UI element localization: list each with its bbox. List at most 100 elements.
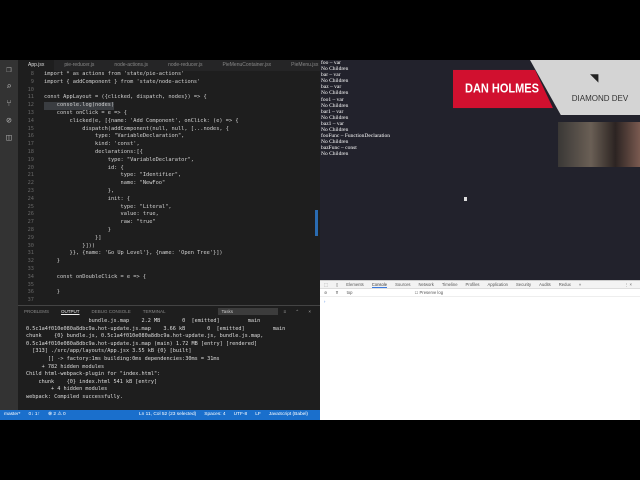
code-line[interactable]: 23 }, [18, 188, 320, 196]
console-prompt[interactable]: › [320, 297, 640, 306]
devtools-tab-security[interactable]: Security [516, 281, 531, 288]
encoding-status[interactable]: UTF-8 [234, 410, 248, 420]
editor-tabs: App.jsx pie-reducer.js node-actions.js n… [18, 60, 333, 90]
clear-console-icon[interactable]: ⊘ [324, 289, 328, 296]
language-status[interactable]: JavaScript (Babel) [269, 410, 308, 420]
extensions-icon[interactable]: ◫ [4, 133, 14, 143]
code-editor[interactable]: 8 import * as actions from 'state/pie-act… [18, 71, 320, 305]
code-text: import * as actions from 'state/pie-acti… [44, 71, 185, 77]
eol-status[interactable]: LF [255, 410, 261, 420]
code-line[interactable]: 8 import * as actions from 'state/pie-act… [18, 71, 320, 79]
code-line[interactable]: 25 type: "Literal", [18, 204, 320, 212]
preserve-log-checkbox[interactable]: ☐ Preserve log [415, 289, 451, 296]
code-line[interactable]: 16 type: "VariableDeclaration", [18, 133, 320, 141]
code-line[interactable]: 14 clicked(e, [{name: 'Add Component', o… [18, 118, 320, 126]
panel-tab-terminal[interactable]: TERMINAL [137, 306, 172, 318]
explorer-icon[interactable]: ❐ [4, 65, 14, 75]
context-select[interactable]: top [347, 289, 407, 296]
code-text: type: "Identifier", [44, 172, 182, 179]
device-toolbar-icon[interactable]: ▯ [336, 281, 338, 288]
code-text: }}, {name: 'Go Up Level'}, {name: 'Open … [44, 250, 223, 257]
code-line[interactable]: 9 import { addComponent } from 'state/nod… [18, 79, 320, 87]
tab-pie-reducer[interactable]: pie-reducer.js [54, 60, 104, 71]
devtools-tab-network[interactable]: Network [419, 281, 434, 288]
code-line[interactable]: 30 }])) [18, 243, 320, 251]
code-line[interactable]: 24 init: { [18, 196, 320, 204]
code-line[interactable]: 32 } [18, 258, 320, 266]
devtools-tab-audits[interactable]: Audits [539, 281, 551, 288]
code-line[interactable]: 37 [18, 297, 320, 305]
line-number: 24 [27, 195, 34, 202]
code-line[interactable]: 36 } [18, 289, 320, 297]
code-line[interactable]: 20 id: { [18, 165, 320, 173]
indent-status[interactable]: Spaces: 4 [204, 410, 225, 420]
search-icon[interactable]: ⌕ [4, 82, 14, 92]
code-line[interactable]: 27 raw: "true" [18, 219, 320, 227]
code-text: } [44, 258, 60, 265]
devtools-tab-application[interactable]: Application [488, 281, 509, 288]
devtools-tab-profiles[interactable]: Profiles [466, 281, 480, 288]
code-text: const AppLayout = ({clicked, dispatch, n… [44, 94, 207, 101]
line-number: 8 [30, 71, 34, 77]
console-toolbar: ⊘ ⊽ top ☐ Preserve log [320, 289, 640, 297]
code-line[interactable]: 35 [18, 282, 320, 290]
devtools-tab-[interactable]: » [579, 281, 581, 288]
tab-node-actions[interactable]: node-actions.js [104, 60, 158, 71]
devtools-tab-timeline[interactable]: Timeline [442, 281, 458, 288]
code-line[interactable]: 21 type: "Identifier", [18, 172, 320, 180]
devtools-close-icon[interactable]: ⋮ × [624, 281, 632, 288]
code-text: value: true, [44, 211, 159, 218]
output-line: chunk {0} index.html 541 kB [entry] [26, 378, 158, 385]
code-text: } [44, 289, 60, 296]
tab-piemenu-container[interactable]: PieMenuContainer.jsx [213, 60, 282, 71]
panel-close-icon[interactable]: ≡ ⌃ × [278, 306, 320, 318]
code-line[interactable]: 33 [18, 266, 320, 274]
panel-tab-output[interactable]: OUTPUT [55, 306, 86, 318]
devtools-tab-console[interactable]: Console [371, 281, 388, 288]
inspect-icon[interactable]: ⬚ [324, 281, 328, 288]
output-line: [] -> factory:1ms building:0ms dependenc… [26, 355, 220, 362]
code-line[interactable]: 34 const onDoubleClick = e => { [18, 274, 320, 282]
page-output: foo – var No Children bar – var No Children… [321, 60, 390, 158]
devtools-tab-sources[interactable]: Sources [395, 281, 410, 288]
line-number: 16 [27, 133, 34, 140]
line-number: 11 [27, 94, 34, 101]
problems-status[interactable]: ⊗ 2 ⚠ 0 [48, 410, 66, 420]
editor-scrollbar[interactable] [315, 210, 318, 236]
code-line[interactable]: 17 kind: 'const', [18, 141, 320, 149]
code-text: clicked(e, [{name: 'Add Component', onCl… [44, 117, 239, 124]
line-number: 28 [27, 226, 34, 233]
code-line[interactable]: 10 [18, 87, 320, 95]
code-line[interactable]: 22 name: "NewFoo" [18, 180, 320, 188]
tab-node-reducer[interactable]: node-reducer.js [158, 60, 212, 71]
code-line[interactable]: 29 }] [18, 235, 320, 243]
sync-status[interactable]: 0↓ 1↑ [29, 410, 40, 420]
code-line[interactable]: 11 const AppLayout = ({clicked, dispatch,… [18, 94, 320, 102]
code-line[interactable]: 18 declarations:[{ [18, 149, 320, 157]
branch-status[interactable]: master* [4, 410, 21, 420]
tab-app-jsx[interactable]: App.jsx [18, 60, 55, 71]
panel-tab-problems[interactable]: PROBLEMS [18, 306, 55, 318]
code-line[interactable]: 13 const onClick = e => { [18, 110, 320, 118]
code-text: }] [44, 234, 102, 241]
filter-icon[interactable]: ⊽ [336, 289, 339, 296]
activity-bar: ❐ ⌕ ⑂ ⊘ ◫ [0, 60, 18, 410]
code-line[interactable]: 31 }}, {name: 'Go Up Level'}, {name: 'Op… [18, 250, 320, 258]
line-number: 30 [27, 242, 34, 249]
debug-icon[interactable]: ⊘ [4, 116, 14, 126]
cursor-position[interactable]: Ln 11, Col 52 (23 selected) [139, 410, 196, 420]
code-line[interactable]: 26 value: true, [18, 211, 320, 219]
devtools-tab-redux[interactable]: Redux [559, 281, 571, 288]
code-text: name: "NewFoo" [44, 180, 166, 187]
code-line[interactable]: 12 console.log(nodes) [18, 102, 320, 110]
code-text: import { addComponent } from 'state/node… [44, 78, 201, 85]
code-text: } [44, 226, 111, 233]
devtools-tab-elements[interactable]: Elements [346, 281, 363, 288]
output-channel-select[interactable]: Tasks [218, 308, 279, 315]
panel-tab-debug-console[interactable]: DEBUG CONSOLE [86, 306, 137, 318]
code-line[interactable]: 15 dispatch(addComponent(null, null, [..… [18, 126, 320, 134]
code-line[interactable]: 28 } [18, 227, 320, 235]
source-control-icon[interactable]: ⑂ [4, 99, 14, 109]
line-number: 18 [27, 148, 34, 155]
code-line[interactable]: 19 type: "VariableDeclarator", [18, 157, 320, 165]
